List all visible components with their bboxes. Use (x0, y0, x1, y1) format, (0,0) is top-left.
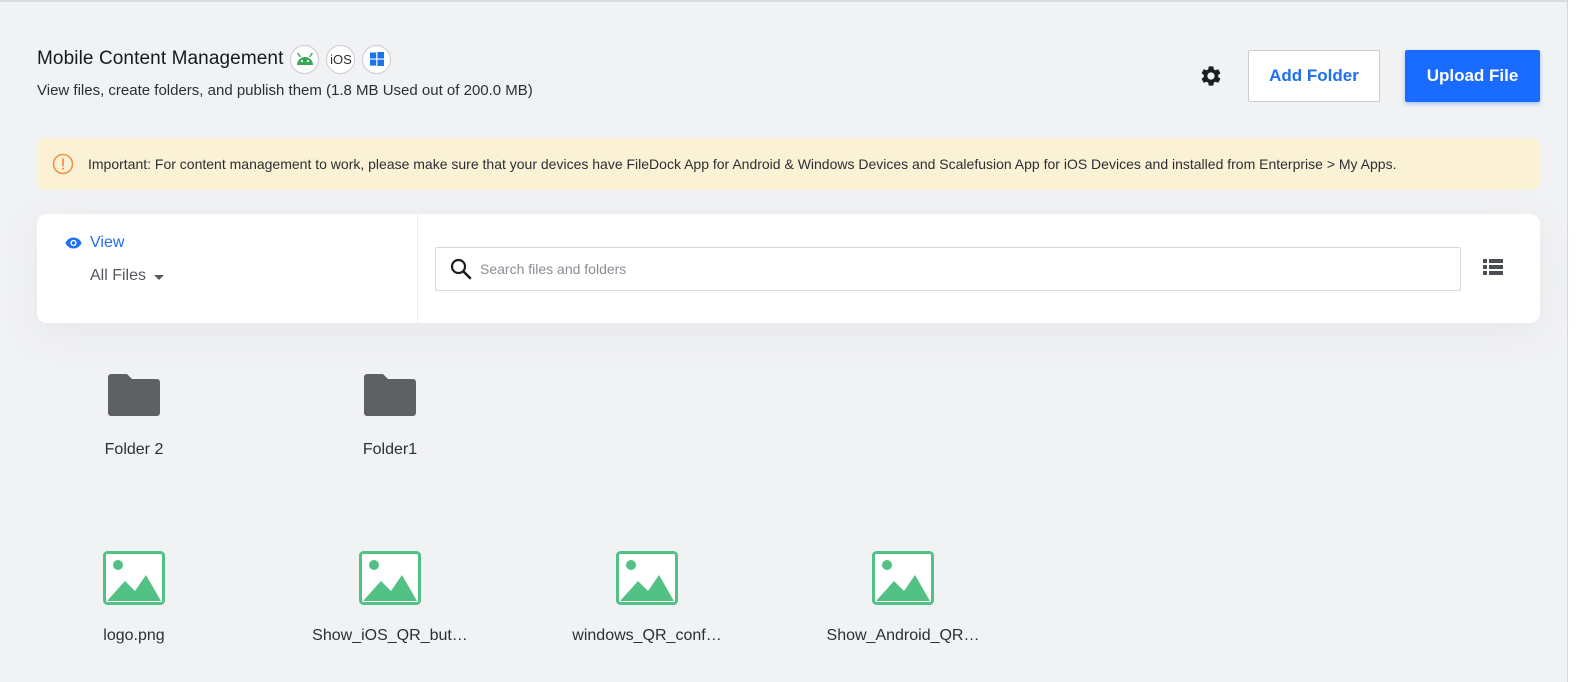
upload-file-button[interactable]: Upload File (1405, 50, 1540, 102)
view-label-text: View (90, 234, 125, 251)
file-name: windows_QR_conf… (572, 627, 722, 644)
image-file-icon (103, 551, 165, 605)
scrollbar-track[interactable] (1567, 0, 1577, 682)
folder-icon (108, 374, 160, 416)
info-circle-icon (52, 153, 74, 175)
search-box[interactable] (435, 247, 1461, 291)
search-icon (450, 258, 472, 280)
add-folder-button[interactable]: Add Folder (1248, 50, 1380, 102)
android-icon (290, 44, 320, 74)
view-selector: View All Files (37, 214, 418, 323)
file-item[interactable]: logo.png (37, 551, 231, 645)
folder-name: Folder 2 (104, 441, 164, 458)
filter-panel: View All Files (37, 214, 1540, 323)
image-file-icon (616, 551, 678, 605)
header-actions: Add Folder Upload File (1198, 50, 1540, 102)
image-file-icon (872, 551, 934, 605)
top-border (0, 0, 1567, 2)
eye-icon (65, 237, 82, 249)
search-input[interactable] (480, 261, 1380, 277)
ios-label: iOS (330, 51, 352, 67)
file-name: Show_Android_QR… (826, 627, 980, 644)
folder-name: Folder1 (362, 441, 418, 458)
view-dropdown-value: All Files (90, 267, 147, 284)
list-view-icon[interactable] (1483, 258, 1503, 276)
image-file-icon (359, 551, 421, 605)
windows-icon (362, 44, 392, 74)
folder-item[interactable]: Folder1 (293, 372, 487, 459)
folder-item[interactable]: Folder 2 (37, 372, 231, 459)
ios-badge: iOS (326, 44, 356, 74)
file-item[interactable]: Show_iOS_QR_but… (293, 551, 487, 645)
page-header: Mobile Content Management iOS View files… (37, 44, 1540, 108)
file-item[interactable]: Show_Android_QR… (806, 551, 1000, 645)
file-name: Show_iOS_QR_but… (312, 627, 468, 644)
caret-down-icon (154, 274, 165, 280)
file-item[interactable]: windows_QR_conf… (550, 551, 744, 645)
page-title: Mobile Content Management (37, 48, 284, 69)
important-notice: Important: For content management to wor… (37, 138, 1540, 190)
folder-icon (364, 374, 416, 416)
file-name: logo.png (103, 627, 165, 644)
view-label: View (65, 234, 124, 252)
view-dropdown[interactable]: All Files (90, 267, 165, 285)
gear-icon[interactable] (1198, 63, 1224, 89)
notice-text: Important: For content management to wor… (88, 156, 1397, 172)
